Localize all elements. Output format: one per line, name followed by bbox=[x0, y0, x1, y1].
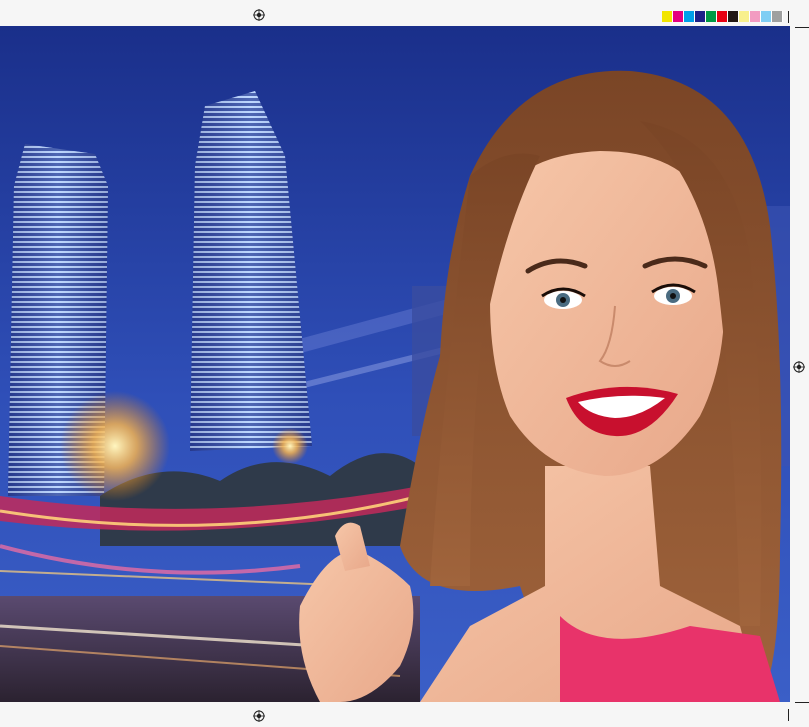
print-sheet bbox=[0, 0, 809, 727]
crop-mark-top-right bbox=[795, 27, 809, 28]
crop-mark-bottom-right-vertical bbox=[788, 709, 789, 721]
color-swatch bbox=[761, 11, 772, 22]
color-swatch bbox=[673, 11, 684, 22]
color-swatch bbox=[662, 11, 673, 22]
color-swatch bbox=[717, 11, 728, 22]
crop-mark-top-right-vertical bbox=[788, 11, 789, 23]
registration-mark-top-icon bbox=[253, 9, 265, 21]
advertisement-photo bbox=[0, 26, 790, 702]
color-swatch bbox=[772, 11, 783, 22]
color-swatch bbox=[750, 11, 761, 22]
registration-mark-bottom-icon bbox=[253, 710, 265, 722]
color-swatch bbox=[684, 11, 695, 22]
registration-mark-right-icon bbox=[793, 361, 805, 373]
color-swatch bbox=[695, 11, 706, 22]
color-swatch bbox=[728, 11, 739, 22]
crop-mark-bottom-right bbox=[795, 702, 809, 703]
color-swatch bbox=[739, 11, 750, 22]
color-calibration-bar bbox=[662, 11, 783, 22]
color-swatch bbox=[706, 11, 717, 22]
